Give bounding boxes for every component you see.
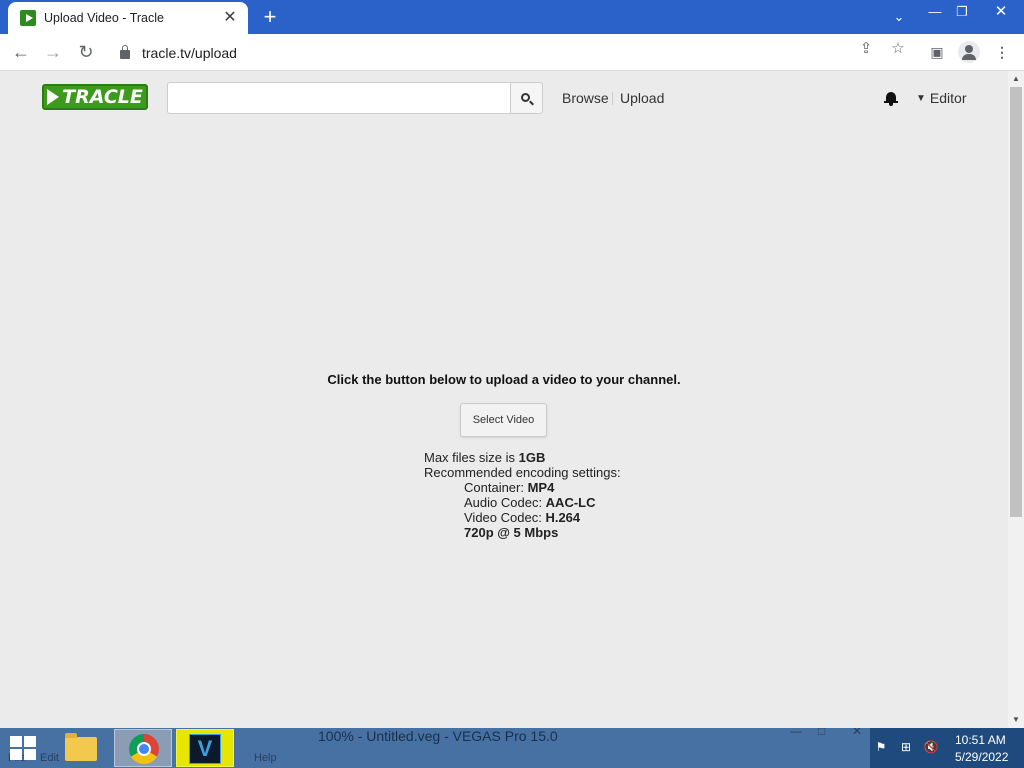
share-icon[interactable]: ⇪ — [857, 40, 875, 58]
container-line: Container: MP4 — [464, 480, 555, 495]
taskbar-file-explorer[interactable] — [53, 729, 111, 767]
browser-title-bar: Upload Video - Tracle ✕ + ⌄ — ❐ ✕ — [0, 0, 1024, 34]
page-content: TRACLE Browse Upload ▼ Editor Click the … — [0, 71, 1008, 728]
nav-divider — [612, 92, 613, 105]
taskbar-vegas-pro[interactable]: V — [176, 729, 234, 767]
folder-icon — [65, 733, 97, 761]
upload-instruction: Click the button below to upload a video… — [327, 372, 681, 387]
address-bar[interactable]: tracle.tv/upload — [110, 38, 920, 67]
user-menu-dropdown[interactable]: ▼ Editor — [916, 90, 966, 106]
flag-tray-icon[interactable]: ⚑ — [872, 738, 890, 756]
nav-browse-link[interactable]: Browse — [562, 90, 609, 106]
profile-avatar-icon[interactable] — [958, 41, 980, 63]
video-codec-line: Video Codec: H.264 — [464, 510, 581, 525]
forward-arrow-icon[interactable]: → — [41, 40, 65, 64]
vegas-menu-help[interactable]: Help — [254, 752, 277, 764]
recommended-heading: Recommended encoding settings: — [424, 465, 621, 480]
tracle-favicon-icon — [20, 10, 36, 26]
bookmark-star-icon[interactable]: ☆ — [889, 40, 907, 58]
audio-codec-line: Audio Codec: AAC-LC — [464, 495, 596, 510]
play-icon — [47, 89, 60, 105]
vegas-close-icon[interactable]: ✕ — [852, 728, 862, 738]
scroll-up-arrow-icon[interactable]: ▲ — [1008, 71, 1024, 87]
minimize-button[interactable]: — — [920, 0, 950, 24]
search-input[interactable] — [167, 82, 511, 114]
max-size-line: Max files size is 1GB — [424, 450, 546, 465]
notifications-bell-icon[interactable] — [884, 91, 898, 106]
reload-icon[interactable]: ↻ — [74, 40, 98, 64]
clock-time[interactable]: 10:51 AM — [955, 733, 1006, 747]
tracle-logo[interactable]: TRACLE — [42, 84, 148, 110]
browser-toolbar: ← → ↻ tracle.tv/upload ⇪ ☆ ▣ ⋮ — [0, 34, 1024, 71]
windows-start-icon[interactable] — [10, 736, 38, 762]
search-button[interactable] — [510, 82, 543, 114]
more-menu-icon[interactable]: ⋮ — [992, 42, 1012, 62]
vegas-icon: V — [189, 734, 221, 764]
restore-button[interactable]: ❐ — [950, 0, 974, 24]
max-size-value: 1GB — [518, 450, 546, 465]
vegas-restore-icon[interactable]: □ — [818, 728, 825, 738]
chrome-icon — [129, 734, 159, 764]
new-tab-button[interactable]: + — [258, 5, 282, 29]
user-menu-label: Editor — [929, 90, 967, 106]
browser-tab[interactable]: Upload Video - Tracle ✕ — [8, 2, 248, 34]
url-text: tracle.tv/upload — [142, 44, 237, 61]
select-video-button[interactable]: Select Video — [460, 403, 547, 437]
taskbar-chrome[interactable] — [114, 729, 172, 767]
volume-muted-icon[interactable]: 🔇 — [922, 738, 940, 756]
logo-text: TRACLE — [62, 86, 143, 108]
vegas-minimize-icon[interactable]: — — [790, 728, 802, 738]
tab-title: Upload Video - Tracle — [44, 11, 164, 25]
upload-requirements: Max files size is 1GB Recommended encodi… — [424, 450, 621, 540]
network-tray-icon[interactable]: ⊞ — [897, 738, 915, 756]
close-window-button[interactable]: ✕ — [978, 0, 1024, 24]
page-scrollbar[interactable]: ▲ ▼ — [1008, 71, 1024, 728]
lock-icon — [120, 45, 130, 59]
resolution-line: 720p @ 5 Mbps — [464, 525, 559, 540]
chevron-down-icon: ▼ — [916, 92, 926, 104]
tab-search-chevron-icon[interactable]: ⌄ — [884, 5, 914, 29]
back-arrow-icon[interactable]: ← — [9, 40, 33, 64]
clock-date[interactable]: 5/29/2022 — [955, 750, 1008, 764]
tab-close-icon[interactable]: ✕ — [222, 10, 238, 26]
scroll-thumb[interactable] — [1010, 87, 1022, 517]
nav-upload-link[interactable]: Upload — [620, 90, 664, 106]
side-panel-icon[interactable]: ▣ — [927, 42, 947, 62]
vegas-window-title: 100% - Untitled.veg - VEGAS Pro 15.0 — [318, 728, 558, 744]
search-icon — [521, 92, 530, 102]
scroll-down-arrow-icon[interactable]: ▼ — [1008, 712, 1024, 728]
windows-taskbar: 100% - Untitled.veg - VEGAS Pro 15.0 Fil… — [0, 728, 1024, 768]
